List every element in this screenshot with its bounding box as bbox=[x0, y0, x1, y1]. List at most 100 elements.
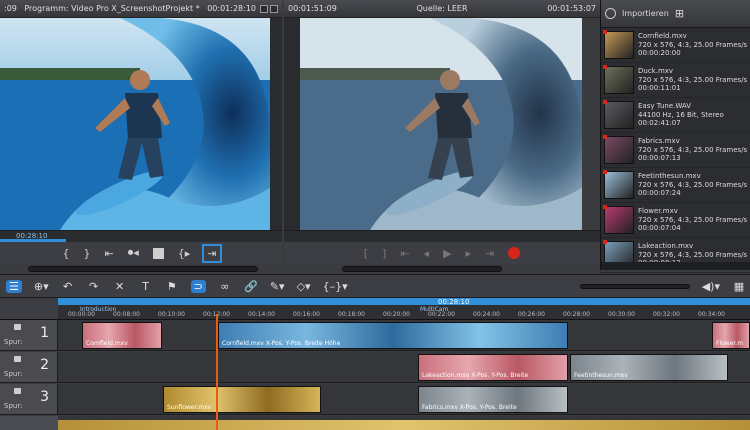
record-button[interactable] bbox=[508, 247, 521, 259]
media-duration: 00:00:11:01 bbox=[638, 84, 681, 93]
media-item[interactable]: Duck.mxv 720 x 576, 4:3, 25.00 Frames/s 00… bbox=[601, 63, 750, 98]
playhead[interactable] bbox=[216, 314, 218, 430]
source-jog-bar[interactable] bbox=[342, 266, 502, 272]
ruler-tick-label: 00:00:00 bbox=[68, 311, 95, 318]
media-pool-header: Importieren ⊞ bbox=[601, 0, 750, 28]
media-info: 720 x 576, 4:3, 25.00 Frames/s bbox=[638, 75, 748, 84]
program-controls: { } ⇤ ⏺◂ {▸ ⇥ bbox=[0, 242, 282, 264]
edit-icon[interactable]: ✎▾ bbox=[270, 280, 285, 293]
mark-out-button[interactable]: } bbox=[84, 247, 91, 260]
media-name: Duck.mxv bbox=[638, 67, 674, 76]
ruler-tick-label: 00:20:00 bbox=[383, 311, 410, 318]
program-scrubber[interactable]: 00:28:10 bbox=[0, 230, 282, 242]
track-1-header: 1 Spur: bbox=[0, 320, 58, 350]
clip[interactable]: Feetinthesun.mxv bbox=[570, 354, 728, 381]
title-icon[interactable]: T bbox=[139, 280, 153, 293]
go-end-button[interactable]: ⇥ bbox=[202, 243, 222, 263]
track-label: Spur: bbox=[4, 402, 23, 410]
media-pool-scrollbar[interactable] bbox=[601, 262, 750, 270]
timeline-ruler[interactable]: 00:28:10 Introduction MultiCam 00:00:00 0… bbox=[58, 298, 750, 320]
media-item[interactable]: Easy Tune.WAV 44100 Hz, 16 Bit, Stereo 00:… bbox=[601, 98, 750, 133]
undo-icon[interactable]: ↶ bbox=[61, 280, 75, 293]
media-duration: 00:00:20:00 bbox=[638, 49, 681, 58]
effect-icon[interactable]: ◇▾ bbox=[297, 280, 311, 293]
go-start-button[interactable]: ⇤ bbox=[105, 247, 114, 260]
ruler-tick-label: 00:22:00 bbox=[428, 311, 455, 318]
source-timecode-right: 00:01:53:07 bbox=[547, 4, 596, 13]
forward-button[interactable]: {▸ bbox=[178, 247, 191, 260]
ruler-center-label: 00:28:10 bbox=[438, 298, 470, 306]
media-thumbnail bbox=[604, 101, 634, 129]
media-item[interactable]: Fabrics.mxv 720 x 576, 4:3, 25.00 Frames/… bbox=[601, 133, 750, 168]
source-mark-out-button[interactable]: ] bbox=[382, 247, 386, 260]
media-item[interactable]: Feetinthesun.mxv 720 x 576, 4:3, 25.00 Fr… bbox=[601, 168, 750, 203]
insert-mode-icon[interactable]: ⊕▾ bbox=[34, 280, 49, 293]
status-marker bbox=[603, 30, 607, 34]
delete-icon[interactable]: ✕ bbox=[113, 280, 127, 293]
loop-icon[interactable]: ⊃ bbox=[190, 279, 206, 293]
program-window-buttons[interactable] bbox=[260, 4, 278, 13]
layout-icon[interactable]: ☰ bbox=[6, 279, 22, 293]
media-duration: 00:00:07:13 bbox=[638, 154, 681, 163]
grid-icon[interactable]: ▦ bbox=[732, 280, 746, 293]
ruler-tick-label: 00:08:00 bbox=[113, 311, 140, 318]
media-item[interactable]: Cornfield.mxv 720 x 576, 4:3, 25.00 Frame… bbox=[601, 28, 750, 63]
audio-clip[interactable] bbox=[58, 420, 750, 430]
track-3: 3 Spur: Sunflower.mxv Fabrics.mxv X-Pos. … bbox=[0, 384, 750, 415]
ruler-corner bbox=[0, 298, 58, 320]
surfer-image bbox=[0, 18, 270, 230]
zoom-slider[interactable] bbox=[579, 283, 690, 289]
clip[interactable]: Flower.m bbox=[712, 322, 750, 349]
media-name: Lakeaction.mxv bbox=[638, 242, 694, 251]
track-3-header: 3 Spur: bbox=[0, 384, 58, 414]
rewind-button[interactable]: ⏺◂ bbox=[128, 246, 139, 260]
track-1: 1 Spur: Cornfield.mxv Cornfield.mxv X-Pos… bbox=[0, 320, 750, 351]
track-number: 3 bbox=[40, 389, 49, 405]
source-monitor-header: 00:01:51:09 Quelle: LEER 00:01:53:07 bbox=[284, 0, 600, 18]
media-info: 720 x 576, 4:3, 25.00 Frames/s bbox=[638, 180, 748, 189]
source-mark-in-button[interactable]: [ bbox=[364, 247, 368, 260]
stop-button[interactable] bbox=[152, 247, 164, 259]
clip[interactable]: Fabrics.mxv X-Pos. Y-Pos. Breite bbox=[418, 386, 568, 413]
range-icon[interactable]: {–}▾ bbox=[323, 280, 348, 293]
clip[interactable]: Cornfield.mxv X-Pos. Y-Pos. Breite Höhe bbox=[218, 322, 568, 349]
ruler-range-bar[interactable] bbox=[58, 298, 750, 305]
source-go-end-button[interactable]: ⇥ bbox=[485, 247, 494, 260]
lock-icon[interactable] bbox=[14, 324, 21, 330]
media-duration: 00:02:41:07 bbox=[638, 119, 681, 128]
media-item[interactable]: Flower.mxv 720 x 576, 4:3, 25.00 Frames/s… bbox=[601, 203, 750, 238]
clip[interactable]: Lakeaction.mxv X-Pos. Y-Pos. Breite bbox=[418, 354, 568, 381]
ruler-tick-label: 00:14:00 bbox=[248, 311, 275, 318]
ruler-tick-label: 00:30:00 bbox=[608, 311, 635, 318]
track-number: 2 bbox=[40, 357, 49, 373]
source-go-start-button[interactable]: ⇤ bbox=[400, 247, 409, 260]
program-side-panel bbox=[270, 18, 282, 230]
mark-in-button[interactable]: { bbox=[63, 247, 70, 260]
clip[interactable]: Cornfield.mxv bbox=[82, 322, 162, 349]
media-name: Feetinthesun.mxv bbox=[638, 172, 701, 181]
marker-icon[interactable]: ⚑ bbox=[165, 280, 179, 293]
source-scrubber[interactable] bbox=[284, 230, 600, 242]
source-rewind-button[interactable]: ◂ bbox=[424, 247, 430, 260]
track-4-header bbox=[0, 416, 58, 430]
add-icon[interactable]: ⊞ bbox=[675, 7, 684, 20]
ruler-tick-label: 00:34:00 bbox=[698, 311, 725, 318]
source-forward-button[interactable]: ▸ bbox=[466, 247, 472, 260]
program-timecode-left: :09 bbox=[4, 4, 17, 13]
media-meta: Easy Tune.WAV 44100 Hz, 16 Bit, Stereo 00:… bbox=[638, 102, 724, 128]
lock-icon[interactable] bbox=[14, 388, 21, 394]
program-jog-bar[interactable] bbox=[28, 266, 258, 272]
volume-icon[interactable]: ◀)▾ bbox=[702, 280, 720, 293]
media-list: Cornfield.mxv 720 x 576, 4:3, 25.00 Frame… bbox=[601, 28, 750, 273]
source-play-button[interactable]: ▶ bbox=[443, 247, 451, 260]
clip[interactable]: Sunflower.mxv bbox=[163, 386, 321, 413]
ruler-tick-label: 00:24:00 bbox=[473, 311, 500, 318]
redo-icon[interactable]: ↷ bbox=[87, 280, 101, 293]
import-icon[interactable] bbox=[605, 8, 616, 19]
group-icon[interactable]: ∞ bbox=[218, 280, 232, 293]
ruler-tick-label: 00:18:00 bbox=[338, 311, 365, 318]
link-icon[interactable]: 🔗 bbox=[244, 280, 258, 293]
ruler-tick-label: 00:16:00 bbox=[293, 311, 320, 318]
import-label[interactable]: Importieren bbox=[622, 9, 669, 18]
lock-icon[interactable] bbox=[14, 356, 21, 362]
